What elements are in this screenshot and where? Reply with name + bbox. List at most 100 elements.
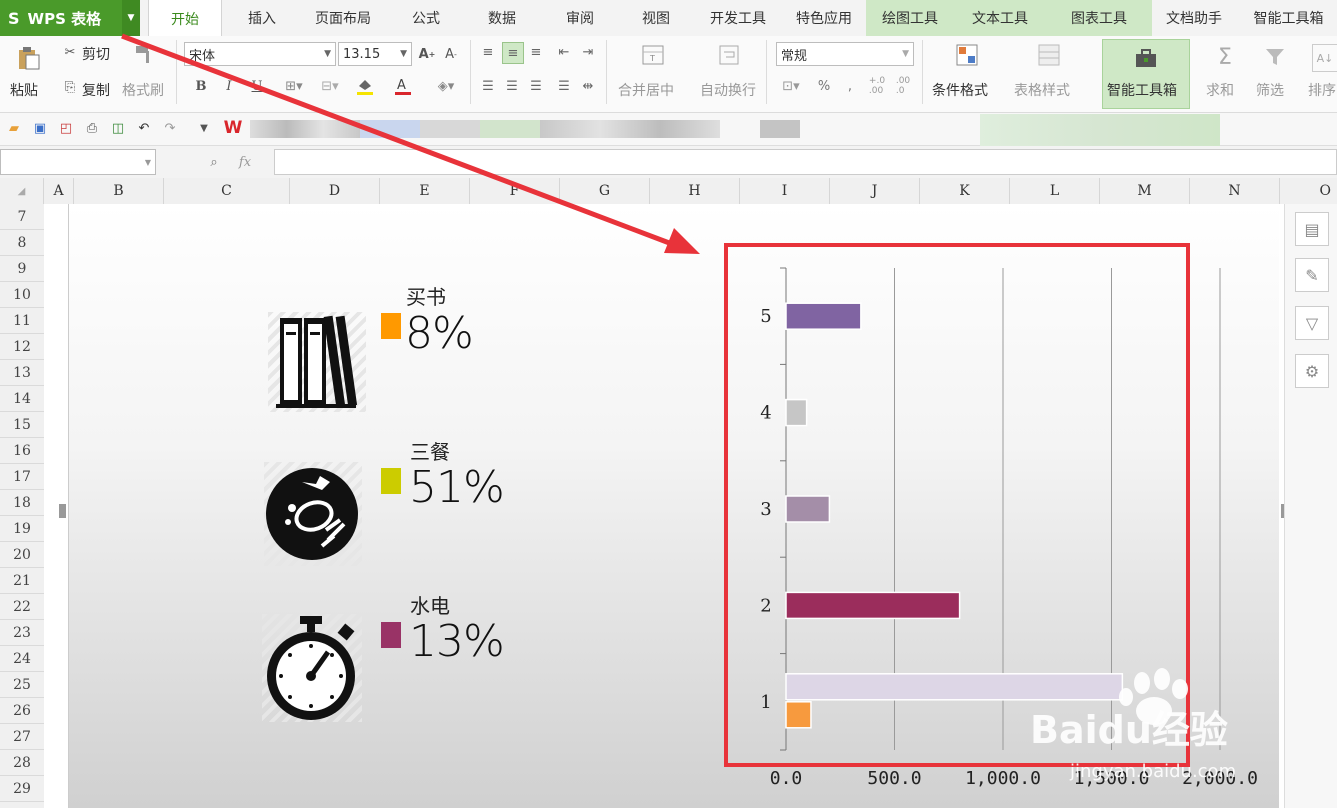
- row-header[interactable]: 23: [0, 620, 44, 646]
- row-header[interactable]: 9: [0, 256, 44, 282]
- sum-button[interactable]: 求和: [1206, 80, 1234, 100]
- underline-button[interactable]: U: [248, 76, 266, 96]
- filter-panel-icon[interactable]: ▽: [1295, 306, 1329, 340]
- column-header[interactable]: K: [920, 178, 1010, 204]
- fill-color-icon[interactable]: [354, 76, 382, 96]
- layout-panel-icon[interactable]: ▤: [1295, 212, 1329, 246]
- row-header[interactable]: 15: [0, 412, 44, 438]
- conditional-format-button[interactable]: 条件格式: [932, 80, 988, 100]
- border-icon[interactable]: ⊞▾: [280, 76, 308, 96]
- bold-button[interactable]: B: [192, 76, 210, 96]
- align-center-icon[interactable]: ☰: [502, 76, 522, 96]
- row-header[interactable]: 27: [0, 724, 44, 750]
- indent-decrease-icon[interactable]: ⇤: [554, 42, 574, 62]
- column-header[interactable]: F: [470, 178, 560, 204]
- filter-button[interactable]: 筛选: [1256, 80, 1284, 100]
- row-header[interactable]: 19: [0, 516, 44, 542]
- column-header[interactable]: O: [1280, 178, 1337, 204]
- row-header[interactable]: 20: [0, 542, 44, 568]
- row-header[interactable]: 22: [0, 594, 44, 620]
- column-header[interactable]: J: [830, 178, 920, 204]
- column-header[interactable]: A: [44, 178, 74, 204]
- table-style-button[interactable]: 表格样式: [1014, 80, 1070, 100]
- sort-button[interactable]: 排序: [1308, 80, 1336, 100]
- row-header[interactable]: 24: [0, 646, 44, 672]
- print-preview-icon[interactable]: ◫: [110, 120, 126, 136]
- tab-smart-toolbox[interactable]: 智能工具箱: [1240, 0, 1337, 36]
- column-header[interactable]: L: [1010, 178, 1100, 204]
- open-folder-icon[interactable]: ▰: [6, 120, 22, 136]
- italic-button[interactable]: I: [220, 76, 238, 96]
- copy-button[interactable]: 复制: [82, 80, 110, 100]
- row-header[interactable]: 14: [0, 386, 44, 412]
- formula-input[interactable]: [274, 149, 1337, 175]
- column-header[interactable]: H: [650, 178, 740, 204]
- font-color-icon[interactable]: A: [392, 76, 420, 96]
- row-header[interactable]: 13: [0, 360, 44, 386]
- row-header[interactable]: 26: [0, 698, 44, 724]
- tab-home[interactable]: 开始: [148, 0, 222, 37]
- tab-page-layout[interactable]: 页面布局: [300, 0, 386, 36]
- brush-icon[interactable]: ✎: [1295, 258, 1329, 292]
- row-header[interactable]: 18: [0, 490, 44, 516]
- align-left-icon[interactable]: ☰: [478, 76, 498, 96]
- paste-icon[interactable]: [14, 44, 42, 72]
- row-header[interactable]: 21: [0, 568, 44, 594]
- column-header[interactable]: D: [290, 178, 380, 204]
- row-header[interactable]: 7: [0, 204, 44, 230]
- tab-review[interactable]: 审阅: [552, 0, 608, 36]
- row-header[interactable]: 8: [0, 230, 44, 256]
- merge-center-button[interactable]: 合并居中: [618, 80, 674, 100]
- align-bottom-icon[interactable]: ≡: [526, 42, 546, 62]
- column-header[interactable]: G: [560, 178, 650, 204]
- wrap-text-button[interactable]: 自动换行: [700, 80, 756, 100]
- tab-doc-assistant[interactable]: 文档助手: [1154, 0, 1234, 36]
- column-header[interactable]: I: [740, 178, 830, 204]
- column-header[interactable]: M: [1100, 178, 1190, 204]
- row-header[interactable]: 28: [0, 750, 44, 776]
- column-header[interactable]: N: [1190, 178, 1280, 204]
- tab-text-tools[interactable]: 文本工具: [954, 0, 1046, 36]
- clear-format-icon[interactable]: ◈▾: [432, 76, 460, 96]
- fx-button[interactable]: fx: [234, 152, 256, 172]
- print-icon[interactable]: ⎙: [84, 120, 100, 136]
- cell-style-icon[interactable]: ⊟▾: [316, 76, 344, 96]
- tab-developer[interactable]: 开发工具: [700, 0, 776, 36]
- select-all-corner[interactable]: ◢: [0, 178, 44, 204]
- undo-icon[interactable]: ↶: [136, 120, 152, 136]
- paste-button[interactable]: 粘贴: [10, 80, 38, 100]
- name-box[interactable]: ▼: [0, 149, 156, 175]
- redo-icon[interactable]: ↷: [162, 120, 178, 136]
- indent-increase-icon[interactable]: ⇥: [578, 42, 598, 62]
- row-header[interactable]: 10: [0, 282, 44, 308]
- font-name-select[interactable]: 宋体 ▼: [184, 42, 336, 66]
- format-painter-button[interactable]: 格式刷: [122, 80, 164, 100]
- row-header[interactable]: 17: [0, 464, 44, 490]
- increase-decimal-icon[interactable]: +.0.00: [866, 76, 888, 96]
- thousands-button[interactable]: ,: [842, 76, 858, 96]
- tab-insert[interactable]: 插入: [232, 0, 292, 36]
- percent-button[interactable]: %: [816, 76, 832, 96]
- app-menu-dropdown-icon[interactable]: ▼: [122, 0, 140, 36]
- row-header[interactable]: 11: [0, 308, 44, 334]
- row-header[interactable]: 16: [0, 438, 44, 464]
- tab-special[interactable]: 特色应用: [786, 0, 862, 36]
- customize-toolbar-icon[interactable]: ▼: [196, 120, 212, 136]
- align-top-icon[interactable]: ≡: [478, 42, 498, 62]
- resize-handle-left[interactable]: [59, 504, 66, 518]
- tab-data[interactable]: 数据: [474, 0, 530, 36]
- smart-toolbox-button[interactable]: 智能工具箱: [1102, 39, 1190, 109]
- zoom-function-icon[interactable]: ⌕: [204, 152, 224, 172]
- increase-font-icon[interactable]: A +: [418, 44, 436, 64]
- export-pdf-icon[interactable]: ◰: [58, 120, 74, 136]
- currency-icon[interactable]: ⊡▾: [778, 76, 804, 96]
- align-middle-icon[interactable]: ≡: [502, 42, 524, 64]
- tab-chart-tools[interactable]: 图表工具: [1046, 0, 1152, 36]
- settings-gear-icon[interactable]: ⚙: [1295, 354, 1329, 388]
- tab-formulas[interactable]: 公式: [398, 0, 454, 36]
- save-icon[interactable]: ▣: [32, 120, 48, 136]
- align-right-icon[interactable]: ☰: [526, 76, 546, 96]
- font-size-select[interactable]: 13.15 ▼: [338, 42, 412, 66]
- tab-view[interactable]: 视图: [628, 0, 684, 36]
- justify-icon[interactable]: ☰: [554, 76, 574, 96]
